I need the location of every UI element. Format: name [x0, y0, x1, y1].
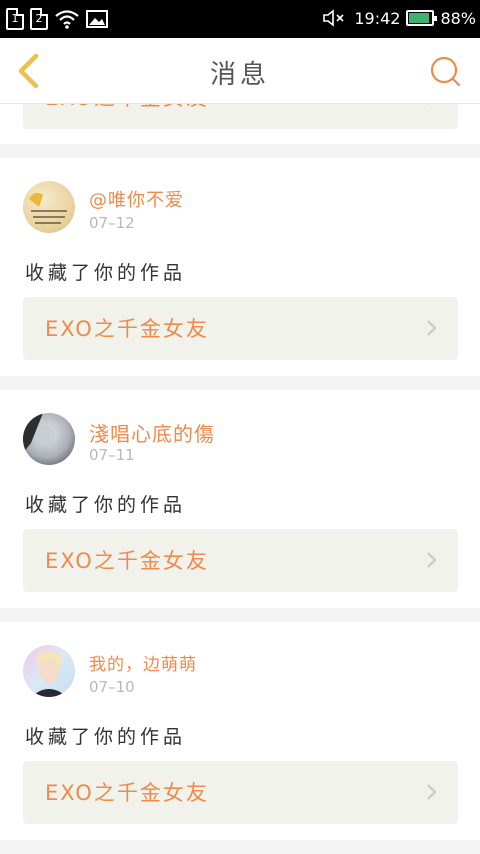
- status-time: 19:42: [354, 8, 401, 28]
- action-text: 收藏了你的作品: [25, 726, 187, 748]
- chevron-right-icon: [427, 320, 437, 336]
- status-bar: 1 2 19:42 88%: [0, 0, 480, 38]
- message-list[interactable]: EXO之千金女友 @唯你不爱 07–12 收藏了你的作品 EXO之千金女友: [0, 104, 480, 854]
- nav-bar: 消息: [0, 38, 480, 104]
- page-title: 消息: [209, 60, 270, 90]
- message-card: @唯你不爱 07–12 收藏了你的作品 EXO之千金女友: [0, 158, 480, 376]
- message-date: 07–12: [89, 214, 135, 232]
- avatar[interactable]: [23, 645, 75, 697]
- action-text: 收藏了你的作品: [25, 494, 187, 516]
- message-date: 07–11: [89, 446, 135, 464]
- username[interactable]: 我的，边萌萌: [89, 650, 197, 675]
- work-title: EXO之千金女友: [45, 549, 209, 573]
- sim-2-icon: 2: [30, 8, 48, 30]
- username[interactable]: @唯你不爱: [89, 186, 184, 212]
- message-date: 07–10: [89, 678, 135, 696]
- search-icon[interactable]: [428, 54, 462, 88]
- work-title: EXO之千金女友: [45, 781, 209, 805]
- wifi-icon: [55, 10, 79, 29]
- chevron-right-icon: [427, 552, 437, 568]
- image-icon: [86, 10, 108, 28]
- sim-1-icon: 1: [6, 8, 24, 30]
- work-title: EXO之千金女友: [45, 104, 209, 112]
- message-card: 我的，边萌萌 07–10 收藏了你的作品 EXO之千金女友: [0, 622, 480, 840]
- battery-percent: 88%: [440, 8, 476, 28]
- avatar[interactable]: [23, 181, 75, 233]
- work-link[interactable]: EXO之千金女友: [23, 297, 458, 360]
- action-text: 收藏了你的作品: [25, 262, 187, 284]
- work-title: EXO之千金女友: [45, 317, 209, 341]
- message-card: 淺唱心底的傷 07–11 收藏了你的作品 EXO之千金女友: [0, 390, 480, 608]
- battery-icon: [406, 10, 438, 26]
- work-link[interactable]: EXO之千金女友: [23, 761, 458, 824]
- chevron-right-icon: [428, 104, 430, 105]
- message-card-partial: EXO之千金女友: [0, 104, 480, 144]
- username[interactable]: 淺唱心底的傷: [89, 418, 215, 447]
- chevron-right-icon: [427, 784, 437, 800]
- mute-icon: [323, 9, 344, 27]
- work-link[interactable]: EXO之千金女友: [23, 529, 458, 592]
- avatar[interactable]: [23, 413, 75, 465]
- work-link[interactable]: EXO之千金女友: [23, 104, 458, 129]
